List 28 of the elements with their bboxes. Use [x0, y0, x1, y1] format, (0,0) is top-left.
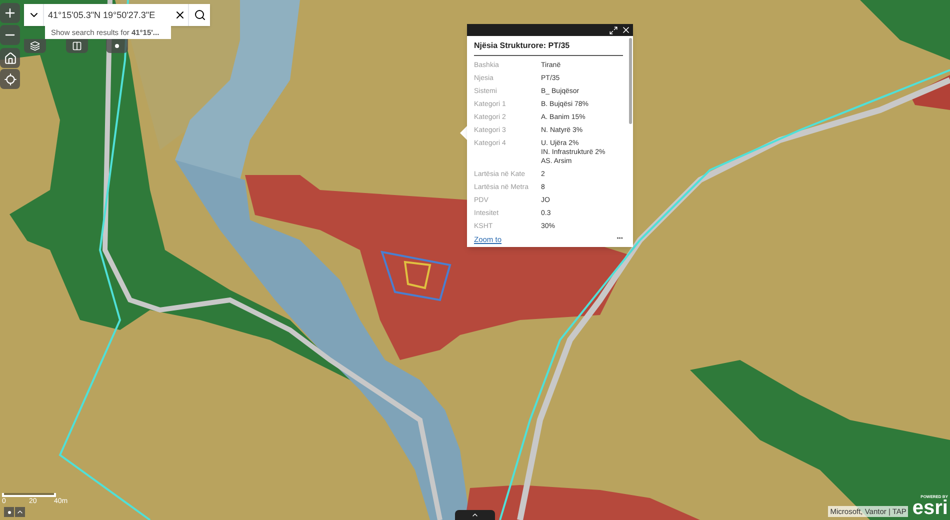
- panel-toggle-button[interactable]: [455, 510, 495, 520]
- basemap-button[interactable]: [24, 39, 46, 53]
- compare-button[interactable]: [66, 39, 88, 53]
- scale-bar: [2, 493, 56, 497]
- search-button[interactable]: [188, 4, 210, 26]
- search-icon: [194, 9, 206, 21]
- home-icon: [4, 52, 16, 64]
- close-icon: [174, 9, 186, 21]
- zoom-in-button[interactable]: [0, 3, 20, 23]
- locate-icon: [4, 72, 16, 86]
- expand-button[interactable]: [4, 507, 14, 517]
- plus-icon: [3, 6, 17, 20]
- close-icon[interactable]: [621, 25, 631, 35]
- maximize-icon[interactable]: [609, 26, 618, 34]
- caret-icon: [16, 508, 24, 516]
- esri-logo: esri: [912, 499, 948, 517]
- layers-icon: [30, 41, 40, 51]
- caret-icon: [471, 511, 479, 519]
- zoom-out-button[interactable]: [0, 25, 20, 45]
- home-button[interactable]: [0, 48, 20, 68]
- two-pane-icon: [72, 41, 82, 51]
- clear-button[interactable]: [172, 4, 188, 26]
- dropdown-button[interactable]: [24, 4, 44, 26]
- collapse-button[interactable]: [15, 507, 25, 517]
- popup-title: Njësia Strukturore: PT/35: [474, 36, 623, 56]
- search-field[interactable]: 41°15'05.3"N 19°50'27.3"E: [44, 4, 172, 26]
- tool-button[interactable]: [106, 39, 128, 53]
- locate-button[interactable]: [0, 69, 20, 89]
